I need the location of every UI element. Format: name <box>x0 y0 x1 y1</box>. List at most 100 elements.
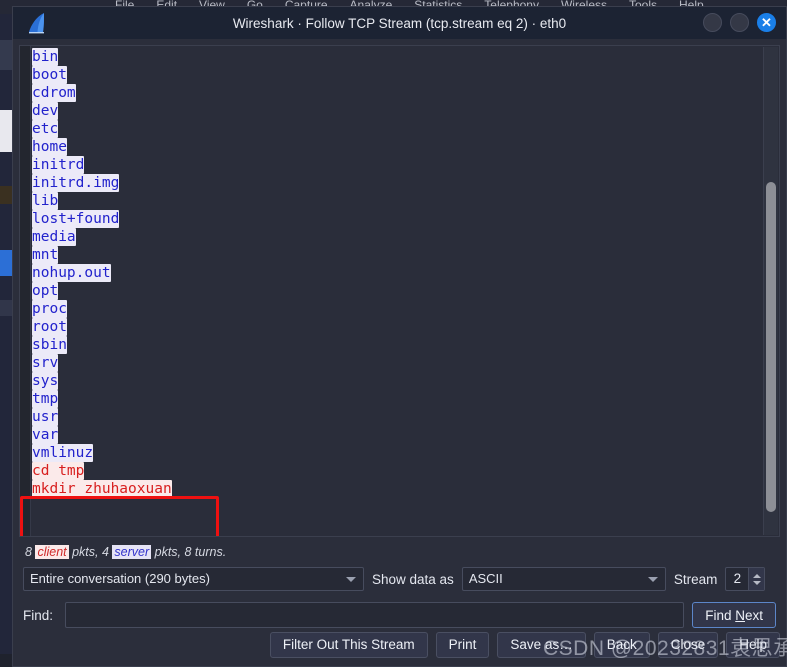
follow-tcp-stream-dialog: Wireshark · Follow TCP Stream (tcp.strea… <box>12 6 787 667</box>
stream-line-text: media <box>32 228 76 246</box>
stream-line-server: proc <box>32 300 759 318</box>
dialog-title: Wireshark · Follow TCP Stream (tcp.strea… <box>232 15 567 31</box>
stream-line-text: sbin <box>32 336 67 354</box>
chevron-down-icon <box>647 577 658 582</box>
stream-line-text: vmlinuz <box>32 444 94 462</box>
stream-line-text: mnt <box>32 246 59 264</box>
stream-text[interactable]: bin boot cdrom dev etc home initrd initrd.img li… <box>32 48 759 536</box>
stream-line-server: home <box>32 138 759 156</box>
stream-line-text: boot <box>32 66 67 84</box>
main-window-bytes-fragment <box>0 300 12 316</box>
help-button[interactable]: Help <box>726 632 780 658</box>
show-data-as-select[interactable]: ASCII <box>461 567 666 591</box>
stream-line-text: lib <box>32 192 59 210</box>
stream-line-text: cdrom <box>32 84 76 102</box>
back-button[interactable]: Back <box>593 632 650 658</box>
spinner-down-icon[interactable] <box>752 580 761 585</box>
stream-line-server: initrd <box>32 156 759 174</box>
stream-line-server: boot <box>32 66 759 84</box>
close-button[interactable]: Close <box>657 632 719 658</box>
find-next-label-before: Find <box>705 607 736 623</box>
stream-line-server: initrd.img <box>32 174 759 192</box>
stream-line-text: dev <box>32 102 59 120</box>
window-controls[interactable]: ✕ <box>703 13 776 32</box>
dialog-button-row: Filter Out This Stream Print Save as… Ba… <box>269 632 780 658</box>
find-next-button[interactable]: Find Next <box>692 602 776 628</box>
stream-line-server: bin <box>32 48 759 66</box>
conversation-select[interactable]: Entire conversation (290 bytes) <box>23 567 364 591</box>
stream-line-text: srv <box>32 354 59 372</box>
stream-line-server: usr <box>32 408 759 426</box>
close-icon[interactable]: ✕ <box>757 13 776 32</box>
packet-summary: 8 client pkts, 4 server pkts, 8 turns. <box>25 545 786 559</box>
spinner-up-icon[interactable] <box>752 573 761 578</box>
stream-line-text: proc <box>32 300 67 318</box>
stream-number-value[interactable]: 2 <box>726 568 748 590</box>
find-label: Find: <box>23 607 54 623</box>
summary-prefix: 8 <box>25 545 36 559</box>
stream-line-text: lost+found <box>32 210 120 228</box>
print-button[interactable]: Print <box>435 632 490 658</box>
stream-line-text: initrd.img <box>32 174 120 192</box>
stream-line-server: media <box>32 228 759 246</box>
stream-line-server: etc <box>32 120 759 138</box>
stream-options-row: Entire conversation (290 bytes) Show dat… <box>23 567 776 591</box>
stream-line-server: srv <box>32 354 759 372</box>
summary-client-word: client <box>35 545 69 559</box>
stream-line-client: mkdir zhuhaoxuan <box>32 480 759 498</box>
summary-suffix: pkts, 8 turns. <box>151 545 227 559</box>
stream-line-text: usr <box>32 408 59 426</box>
stream-line-server: opt <box>32 282 759 300</box>
summary-server-word: server <box>112 545 152 559</box>
save-as-button[interactable]: Save as… <box>497 632 586 658</box>
stream-scrollbar[interactable] <box>763 47 778 535</box>
stream-line-text: opt <box>32 282 59 300</box>
find-next-mnemonic: N <box>735 607 745 623</box>
minimize-icon[interactable] <box>703 13 722 32</box>
find-row: Find: Find Next <box>23 602 776 628</box>
stream-line-text: nohup.out <box>32 264 111 282</box>
stream-line-server: vmlinuz <box>32 444 759 462</box>
stream-content-view[interactable]: bin boot cdrom dev etc home initrd initrd.img li… <box>19 45 780 537</box>
main-window-detail-fragment <box>0 186 12 204</box>
stream-label: Stream <box>673 571 718 587</box>
stream-stepper-buttons[interactable] <box>748 568 765 590</box>
stream-number-stepper[interactable]: 2 <box>725 567 766 591</box>
filter-out-this-stream-button[interactable]: Filter Out This Stream <box>269 632 428 658</box>
stream-line-client: cd tmp <box>32 462 759 480</box>
stream-scrollbar-thumb[interactable] <box>766 182 776 512</box>
stream-line-server: sys <box>32 372 759 390</box>
stream-line-text: initrd <box>32 156 85 174</box>
stream-line-text: root <box>32 318 67 336</box>
stream-line-server: mnt <box>32 246 759 264</box>
stream-line-text: sys <box>32 372 59 390</box>
stream-line-server: var <box>32 426 759 444</box>
stream-line-server: tmp <box>32 390 759 408</box>
stream-line-server: root <box>32 318 759 336</box>
wireshark-shark-fin-icon <box>29 13 44 34</box>
stream-line-text: etc <box>32 120 59 138</box>
dialog-title-bar[interactable]: Wireshark · Follow TCP Stream (tcp.strea… <box>13 7 786 39</box>
stream-line-text: bin <box>32 48 59 66</box>
main-window-packet-list-fragment <box>0 110 12 152</box>
maximize-icon[interactable] <box>730 13 749 32</box>
stream-line-text: home <box>32 138 67 156</box>
stream-line-server: sbin <box>32 336 759 354</box>
find-next-label-after: ext <box>744 607 763 623</box>
stream-line-text: mkdir zhuhaoxuan <box>32 480 172 498</box>
stream-line-text: cd tmp <box>32 462 85 480</box>
stream-line-text: var <box>32 426 59 444</box>
main-window-selected-row-fragment <box>0 250 12 276</box>
stream-line-server: cdrom <box>32 84 759 102</box>
show-data-as-value: ASCII <box>468 571 503 586</box>
stream-line-server: lib <box>32 192 759 210</box>
stream-gutter <box>20 46 31 536</box>
stream-line-server: dev <box>32 102 759 120</box>
main-window-toolbar-fragment <box>0 40 12 70</box>
find-input[interactable] <box>65 602 685 628</box>
conversation-select-value: Entire conversation (290 bytes) <box>30 571 210 586</box>
chevron-down-icon <box>346 577 356 582</box>
stream-line-server: lost+found <box>32 210 759 228</box>
show-data-as-label: Show data as <box>372 571 454 587</box>
stream-line-text: tmp <box>32 390 59 408</box>
